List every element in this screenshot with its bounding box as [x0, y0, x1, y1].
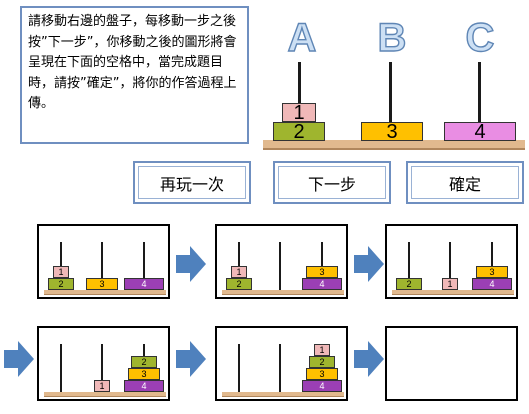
step-board: [44, 392, 166, 397]
next-step-button-label: 下一步: [278, 166, 386, 199]
confirm-button[interactable]: 確定: [406, 161, 524, 204]
disk-3[interactable]: 3: [361, 122, 423, 142]
step-disk-2: 2: [396, 278, 422, 290]
step-peg: [279, 242, 281, 291]
step-disk-1: 1: [94, 380, 110, 392]
step-frame-1: 21 34: [37, 224, 170, 299]
confirm-button-label: 確定: [411, 166, 519, 199]
step-disk-1: 1: [314, 344, 330, 356]
step-board: [222, 290, 344, 295]
arrow-right-icon: [176, 341, 206, 377]
step-disk-4: 4: [302, 278, 342, 290]
replay-button[interactable]: 再玩一次: [133, 161, 251, 204]
step-disk-2: 2: [309, 356, 335, 368]
disk-2[interactable]: 2: [273, 122, 325, 142]
step-frame-2: 21 43: [215, 224, 348, 299]
step-peg: [238, 344, 240, 393]
step-disk-1: 1: [231, 266, 247, 278]
step-disk-3: 3: [306, 266, 338, 278]
peg-label-a: A: [287, 15, 317, 60]
step-frame-3: 2 1 43: [385, 224, 518, 299]
step-board: [222, 392, 344, 397]
step-board: [392, 290, 514, 295]
step-frame-4: 1 432: [37, 326, 170, 401]
step-frame-6: [385, 326, 518, 401]
instructions-text: 請移動右邊的盤子，每移動一步之後按”下一步”，你移動之後的圖形將會呈現在下面的空…: [28, 14, 237, 111]
step-disk-1: 1: [53, 266, 69, 278]
replay-button-label: 再玩一次: [138, 166, 246, 199]
step-disk-3: 3: [128, 368, 160, 380]
step-disk-1: 1: [442, 278, 458, 290]
peg-label-c: C: [465, 15, 495, 60]
step-disk-4: 4: [124, 380, 164, 392]
step-disk-3: 3: [306, 368, 338, 380]
step-disk-2: 2: [48, 278, 74, 290]
disk-1[interactable]: 1: [282, 103, 316, 123]
step-disk-4: 4: [302, 380, 342, 392]
step-peg: [60, 344, 62, 393]
step-disk-4: 4: [472, 278, 512, 290]
arrow-right-icon: [4, 341, 34, 377]
arrow-right-icon: [354, 246, 384, 282]
peg-label-b: B: [377, 15, 407, 60]
step-disk-2: 2: [226, 278, 252, 290]
step-disk-3: 3: [86, 278, 118, 290]
step-disk-4: 4: [124, 278, 164, 290]
next-step-button[interactable]: 下一步: [273, 161, 391, 204]
step-board: [44, 290, 166, 295]
step-disk-2: 2: [131, 356, 157, 368]
step-disk-3: 3: [476, 266, 508, 278]
step-frame-5: 4321: [215, 326, 348, 401]
arrow-right-icon: [354, 341, 384, 377]
disk-4[interactable]: 4: [444, 122, 516, 142]
arrow-right-icon: [176, 246, 206, 282]
instructions-box: 請移動右邊的盤子，每移動一步之後按”下一步”，你移動之後的圖形將會呈現在下面的空…: [20, 6, 249, 144]
step-peg: [279, 344, 281, 393]
